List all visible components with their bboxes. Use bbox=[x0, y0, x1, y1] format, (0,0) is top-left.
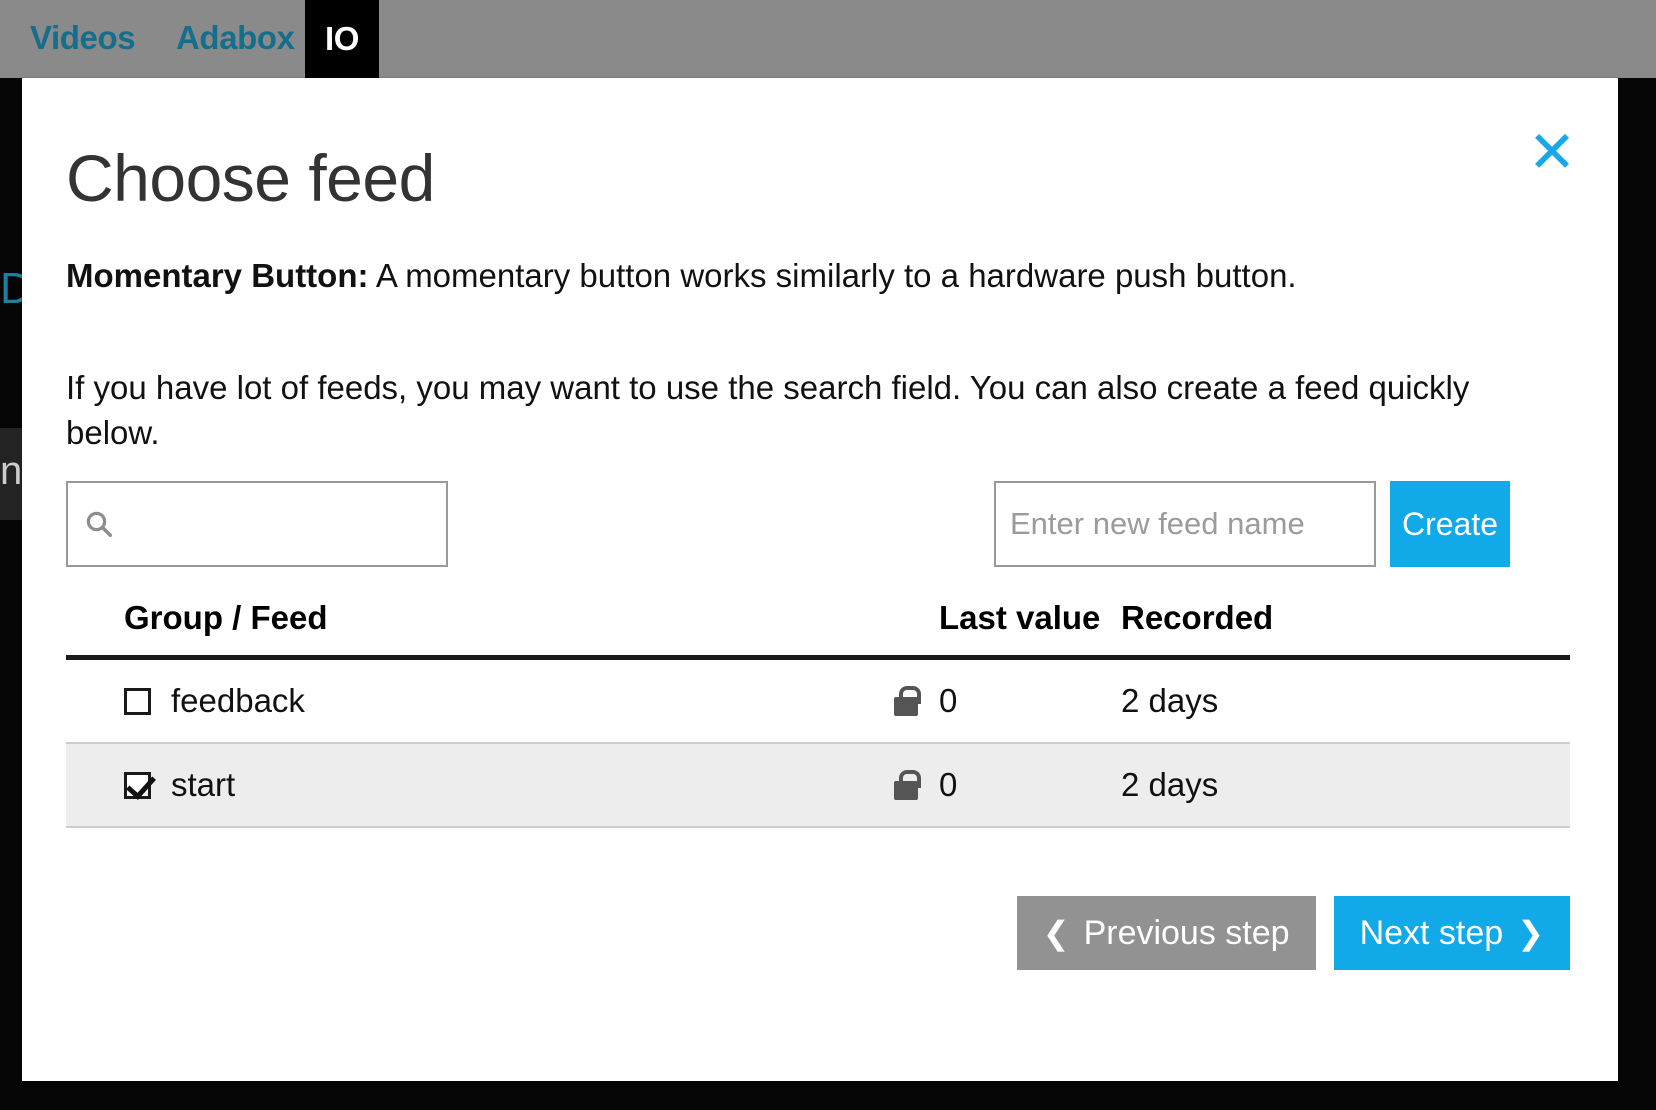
feed-lock-cell bbox=[851, 657, 921, 744]
search-input[interactable] bbox=[114, 483, 518, 565]
next-step-button[interactable]: Next step ❯ bbox=[1333, 896, 1570, 970]
nav-item-videos-label[interactable]: Videos bbox=[30, 19, 136, 56]
feed-name-cell[interactable]: feedback bbox=[66, 657, 852, 744]
previous-step-button[interactable]: ❮ Previous step bbox=[1016, 896, 1316, 970]
column-header-group-feed: Group / Feed bbox=[66, 593, 852, 660]
nav-item-io[interactable]: IO bbox=[305, 0, 379, 78]
feed-recorded-cell: 2 days bbox=[1121, 743, 1570, 828]
feed-lock-cell bbox=[851, 743, 921, 828]
nav-item-adabox[interactable]: Adabox bbox=[176, 19, 295, 57]
feeds-table-header-row: Group / Feed Last value Recorded bbox=[66, 593, 1570, 660]
feed-checkbox[interactable] bbox=[124, 772, 151, 799]
modal-hint: If you have lot of feeds, you may want t… bbox=[66, 369, 1470, 451]
column-header-recorded: Recorded bbox=[1121, 593, 1570, 660]
column-header-lock bbox=[851, 593, 919, 660]
create-feed-button[interactable]: Create bbox=[1390, 481, 1510, 567]
feed-last-value-cell: 0 bbox=[918, 657, 1121, 744]
modal-description-strong: Momentary Button: bbox=[66, 257, 369, 294]
feed-checkbox[interactable] bbox=[124, 688, 151, 715]
modal-title: Choose feed bbox=[66, 141, 435, 215]
next-step-label: Next step bbox=[1359, 913, 1504, 952]
feed-name-cell[interactable]: start bbox=[66, 743, 852, 828]
chevron-right-icon: ❯ bbox=[1517, 914, 1544, 952]
close-icon[interactable]: ✕ bbox=[1524, 123, 1580, 182]
search-field-wrapper[interactable] bbox=[66, 481, 518, 567]
app-root: Da ne Videos Adabox IO ✕ Choose feed Mom… bbox=[0, 0, 1656, 1110]
feeds-table: Group / Feed Last value Recorded feedbac… bbox=[66, 593, 1570, 828]
nav-item-adabox-label[interactable]: Adabox bbox=[176, 19, 295, 56]
nav-item-io-label[interactable]: IO bbox=[325, 20, 359, 58]
table-row[interactable]: start 0 2 days bbox=[66, 743, 1570, 828]
new-feed-name-input[interactable] bbox=[994, 481, 1376, 567]
modal-description-rest: A momentary button works similarly to a … bbox=[368, 257, 1297, 294]
top-navbar: Videos Adabox IO bbox=[0, 0, 1656, 78]
nav-item-videos[interactable]: Videos bbox=[30, 19, 136, 57]
feed-name-label: start bbox=[171, 766, 236, 803]
column-header-last-value: Last value bbox=[918, 593, 1121, 660]
search-icon bbox=[86, 511, 112, 537]
choose-feed-modal: ✕ Choose feed Momentary Button: A moment… bbox=[22, 78, 1618, 1081]
modal-footer: ❮ Previous step Next step ❯ bbox=[1016, 896, 1570, 970]
previous-step-label: Previous step bbox=[1083, 913, 1290, 952]
feed-recorded-cell: 2 days bbox=[1121, 657, 1570, 744]
modal-description: Momentary Button: A momentary button wor… bbox=[66, 254, 1566, 299]
feeds-table-head: Group / Feed Last value Recorded bbox=[66, 593, 1570, 660]
lock-icon bbox=[893, 770, 921, 800]
feed-last-value-cell: 0 bbox=[918, 743, 1121, 828]
create-feed-group: Create bbox=[994, 481, 1510, 567]
table-row[interactable]: feedback 0 2 days bbox=[66, 657, 1570, 744]
feeds-table-body: feedback 0 2 days start 0 2 days bbox=[66, 657, 1570, 828]
chevron-left-icon: ❮ bbox=[1042, 914, 1070, 952]
lock-icon bbox=[893, 686, 921, 716]
feed-name-label: feedback bbox=[171, 682, 305, 719]
